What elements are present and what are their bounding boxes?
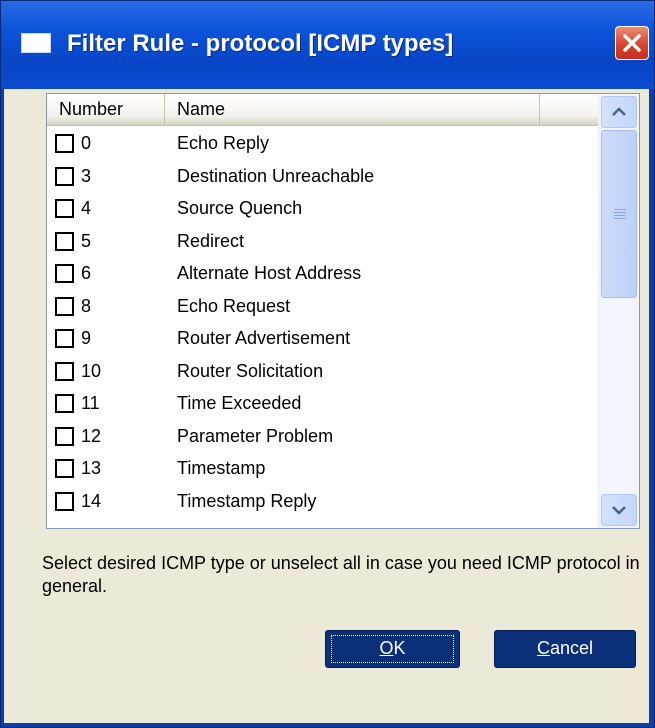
row-name: Echo Request [177,295,291,316]
row-checkbox[interactable] [55,264,74,283]
scroll-thumb[interactable] [601,130,637,298]
vertical-scrollbar[interactable] [598,94,639,528]
list-item[interactable]: 8 Echo Request [47,290,598,323]
row-number: 12 [81,425,102,446]
row-number: 5 [81,230,92,251]
cancel-accelerator: C [536,638,550,658]
row-checkbox[interactable] [55,361,74,381]
row-number: 8 [81,295,92,316]
row-name: Redirect [177,230,245,251]
close-button[interactable] [615,26,649,60]
column-header-number[interactable]: Number [47,94,165,125]
row-number: 4 [81,198,92,218]
row-checkbox[interactable] [55,296,74,316]
thumb-grip-line [614,209,626,210]
list-header: Number Name [47,94,598,126]
row-number: 14 [81,490,102,511]
row-name: Router Advertisement [177,328,351,348]
row-name: Source Quench [177,198,303,218]
row-name: Timestamp [177,458,266,478]
scroll-down-icon [612,506,626,515]
list-item[interactable]: 0 Echo Reply [47,127,598,160]
thumb-grip-line [614,212,626,213]
row-checkbox[interactable] [55,426,74,446]
list-item[interactable]: 13 Timestamp [47,452,598,485]
window-title: Filter Rule - protocol [ICMP types] [67,30,454,57]
row-checkbox[interactable] [55,394,74,413]
row-name: Router Solicitation [177,360,324,381]
column-header-filler [540,94,598,125]
list-item[interactable]: 3 Destination Unreachable [47,160,598,193]
ok-button[interactable]: OK [325,630,460,668]
thumb-grip-line [614,215,626,216]
close-icon [623,34,641,52]
row-number: 3 [81,165,92,186]
list-item[interactable]: 6 Alternate Host Address [47,257,598,290]
list-rows: 0 Echo Reply 3 Destination Unreachable 4 Sour… [47,127,598,517]
row-number: 11 [81,393,100,413]
list-item[interactable]: 12 Parameter Problem [47,420,598,453]
row-checkbox[interactable] [55,231,74,251]
help-text: Select desired ICMP type or unselect all… [42,553,640,596]
row-checkbox[interactable] [55,459,74,478]
list-item[interactable]: 9 Router Advertisement [47,322,598,355]
row-number: 9 [81,328,92,348]
row-number: 10 [81,360,102,381]
scroll-up-icon [612,107,626,116]
icmp-types-list[interactable]: Number Name 0 Echo Reply 3 Destination Unre… [46,93,640,529]
list-item[interactable]: 10 Router Solicitation [47,355,598,388]
title-bar[interactable]: Filter Rule - protocol [ICMP types] [1,1,654,89]
list-item[interactable]: 4 Source Quench [47,192,598,225]
row-name: Echo Reply [177,133,270,153]
row-name: Timestamp Reply [177,490,317,511]
list-item[interactable]: 14 Timestamp Reply [47,485,598,518]
row-number: 6 [81,263,92,283]
focus-ring [331,635,454,663]
row-checkbox[interactable] [55,329,74,348]
cancel-label: ancel [549,638,594,658]
row-checkbox[interactable] [55,199,74,218]
row-checkbox[interactable] [55,491,74,511]
column-header-name[interactable]: Name [165,94,540,125]
dialog-window: Filter Rule - protocol [ICMP types] Numb… [0,0,655,728]
thumb-grip-line [614,218,626,219]
row-checkbox[interactable] [55,134,74,153]
scroll-up-button[interactable] [601,96,637,128]
cancel-button[interactable]: Cancel [494,630,636,668]
dialog-body: Number Name 0 Echo Reply 3 Destination Unre… [4,89,649,723]
scroll-down-button[interactable] [601,494,637,526]
row-name: Destination Unreachable [177,165,375,186]
row-checkbox[interactable] [55,166,74,186]
row-number: 13 [81,458,102,478]
row-name: Alternate Host Address [177,263,362,283]
window-icon [21,33,51,53]
row-number: 0 [81,133,92,153]
list-item[interactable]: 5 Redirect [47,225,598,258]
row-name: Time Exceeded [177,393,302,413]
list-item[interactable]: 11 Time Exceeded [47,387,598,420]
row-name: Parameter Problem [177,425,334,446]
